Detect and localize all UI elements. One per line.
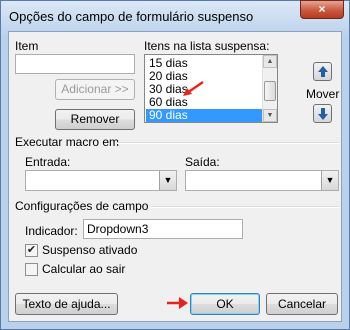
dropdown-options-dialog: Opções do campo de formulário suspenso ×… bbox=[0, 0, 350, 330]
cancel-button[interactable]: Cancelar bbox=[266, 293, 338, 315]
chevron-down-icon[interactable]: ▼ bbox=[321, 171, 338, 190]
exit-label: Saída: bbox=[185, 155, 220, 169]
scroll-up-arrow-icon[interactable]: ▲ bbox=[263, 55, 277, 68]
item-label: IItem suspenso: bbox=[15, 39, 70, 67]
list-item[interactable]: 90 dias bbox=[146, 109, 262, 122]
list-scrollbar[interactable]: ▲ ▼ bbox=[262, 55, 277, 122]
field-settings-divider bbox=[151, 206, 339, 208]
chevron-down-icon[interactable]: ▼ bbox=[159, 171, 176, 190]
close-button[interactable]: × bbox=[300, 0, 344, 19]
down-arrow-icon bbox=[318, 114, 328, 120]
move-down-button[interactable] bbox=[313, 104, 332, 123]
entry-label: Entrada: bbox=[25, 155, 71, 169]
item-input[interactable] bbox=[15, 54, 135, 74]
annotation-arrow-icon bbox=[167, 297, 188, 309]
dropdown-items-list[interactable]: 15 dias 20 dias 30 dias 60 dias 90 dias ▲ ▼ bbox=[144, 54, 278, 123]
remove-button-label: Remover bbox=[70, 112, 120, 126]
move-label: Mover bbox=[306, 87, 340, 101]
indicator-input[interactable] bbox=[83, 219, 243, 239]
remove-button[interactable]: Remover bbox=[55, 109, 135, 130]
exit-macro-select[interactable]: ▼ bbox=[185, 170, 339, 191]
enabled-checkbox[interactable]: ✔ bbox=[25, 244, 38, 257]
macro-group-label: Executar macro em bbox=[15, 135, 120, 149]
title-bar: Opções do campo de formulário suspenso × bbox=[1, 0, 349, 35]
help-text-button[interactable]: Texto de ajuda... bbox=[15, 293, 118, 315]
indicator-label: Indicador: bbox=[25, 224, 78, 238]
window-title: Opções do campo de formulário suspenso bbox=[9, 9, 254, 24]
enabled-label[interactable]: Suspenso ativado bbox=[42, 243, 137, 257]
scroll-thumb[interactable] bbox=[264, 81, 276, 101]
ok-button[interactable]: OK bbox=[190, 293, 260, 315]
annotation-arrow-icon bbox=[183, 80, 204, 96]
scroll-down-arrow-icon[interactable]: ▼ bbox=[263, 109, 277, 122]
field-settings-label: Configurações de campo bbox=[15, 199, 149, 213]
macro-divider bbox=[117, 142, 339, 144]
list-label: Itens na lista suspensa: bbox=[144, 39, 270, 53]
dialog-client-area: IItem suspenso: Adicionar >> Remover Ite… bbox=[8, 31, 342, 322]
calculate-checkbox[interactable] bbox=[25, 263, 38, 276]
add-button[interactable]: Adicionar >> bbox=[55, 79, 135, 100]
move-up-button[interactable] bbox=[313, 62, 332, 81]
checkmark-icon: ✔ bbox=[26, 244, 37, 256]
calculate-label[interactable]: Calcular ao sair bbox=[42, 262, 125, 276]
entry-macro-select[interactable]: ▼ bbox=[25, 170, 177, 191]
